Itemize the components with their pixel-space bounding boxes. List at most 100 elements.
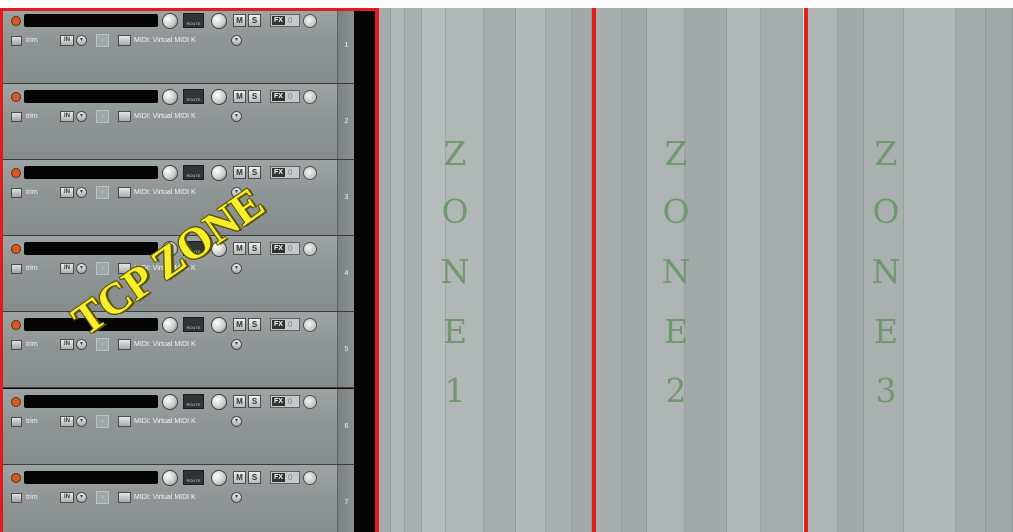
trim-label[interactable]: trim: [26, 494, 38, 501]
fx-button[interactable]: FX 0: [270, 90, 300, 103]
phase-icon[interactable]: [303, 318, 317, 332]
solo-button[interactable]: S: [248, 471, 261, 484]
fx-button[interactable]: FX 0: [270, 14, 300, 27]
phase-icon[interactable]: [303, 90, 317, 104]
track-name-field[interactable]: [24, 90, 158, 103]
envelope-icon[interactable]: [11, 188, 22, 198]
monitor-icon[interactable]: ›: [96, 186, 109, 199]
mute-button[interactable]: M: [233, 318, 246, 331]
record-arm-icon[interactable]: [11, 397, 21, 407]
chevron-down-icon[interactable]: ▾: [231, 339, 242, 350]
record-arm-icon[interactable]: [11, 244, 21, 254]
monitor-icon[interactable]: ›: [96, 34, 109, 47]
envelope-icon[interactable]: [11, 36, 22, 46]
route-button[interactable]: ROUTE: [183, 317, 204, 332]
input-button[interactable]: IN: [60, 111, 74, 122]
midi-icon[interactable]: [118, 187, 131, 198]
fx-button[interactable]: FX 0: [270, 166, 300, 179]
input-button[interactable]: IN: [60, 416, 74, 427]
pan-knob-icon[interactable]: [211, 394, 227, 410]
chevron-down-icon[interactable]: ▾: [76, 111, 87, 122]
midi-input-label[interactable]: MIDI: Virtual MIDI K: [134, 37, 196, 44]
fx-button[interactable]: FX 0: [270, 318, 300, 331]
solo-button[interactable]: S: [248, 395, 261, 408]
envelope-icon[interactable]: [11, 493, 22, 503]
trim-label[interactable]: trim: [26, 113, 38, 120]
pan-knob-icon[interactable]: [211, 13, 227, 29]
input-button[interactable]: IN: [60, 263, 74, 274]
solo-button[interactable]: S: [248, 90, 261, 103]
fx-button[interactable]: FX 0: [270, 395, 300, 408]
trim-label[interactable]: trim: [26, 189, 38, 196]
trim-label[interactable]: trim: [26, 37, 38, 44]
chevron-down-icon[interactable]: ▾: [76, 263, 87, 274]
track-name-field[interactable]: [24, 14, 158, 27]
chevron-down-icon[interactable]: ▾: [231, 416, 242, 427]
midi-input-label[interactable]: MIDI: Virtual MIDI K: [134, 113, 196, 120]
volume-knob-icon[interactable]: [162, 470, 178, 486]
record-arm-icon[interactable]: [11, 473, 21, 483]
phase-icon[interactable]: [303, 242, 317, 256]
midi-icon[interactable]: [118, 416, 131, 427]
chevron-down-icon[interactable]: ▾: [231, 492, 242, 503]
volume-knob-icon[interactable]: [162, 317, 178, 333]
chevron-down-icon[interactable]: ▾: [76, 416, 87, 427]
tcp-scrollbar[interactable]: [354, 8, 373, 532]
envelope-icon[interactable]: [11, 112, 22, 122]
track-name-field[interactable]: [24, 471, 158, 484]
midi-icon[interactable]: [118, 492, 131, 503]
pan-knob-icon[interactable]: [211, 89, 227, 105]
midi-icon[interactable]: [118, 111, 131, 122]
input-button[interactable]: IN: [60, 187, 74, 198]
midi-input-label[interactable]: MIDI: Virtual MIDI K: [134, 494, 196, 501]
record-arm-icon[interactable]: [11, 92, 21, 102]
pan-knob-icon[interactable]: [211, 470, 227, 486]
route-button[interactable]: ROUTE: [183, 89, 204, 104]
solo-button[interactable]: S: [248, 318, 261, 331]
midi-input-label[interactable]: MIDI: Virtual MIDI K: [134, 341, 196, 348]
mute-button[interactable]: M: [233, 14, 246, 27]
fx-button[interactable]: FX 0: [270, 242, 300, 255]
track-name-field[interactable]: [24, 166, 158, 179]
zone-1[interactable]: ZONE 1: [379, 8, 592, 532]
monitor-icon[interactable]: ›: [96, 491, 109, 504]
solo-button[interactable]: S: [248, 14, 261, 27]
monitor-icon[interactable]: ›: [96, 110, 109, 123]
mute-button[interactable]: M: [233, 90, 246, 103]
chevron-down-icon[interactable]: ▾: [76, 492, 87, 503]
chevron-down-icon[interactable]: ▾: [231, 111, 242, 122]
chevron-down-icon[interactable]: ▾: [231, 35, 242, 46]
input-button[interactable]: IN: [60, 492, 74, 503]
record-arm-icon[interactable]: [11, 16, 21, 26]
envelope-icon[interactable]: [11, 417, 22, 427]
midi-icon[interactable]: [118, 339, 131, 350]
mute-button[interactable]: M: [233, 395, 246, 408]
envelope-icon[interactable]: [11, 264, 22, 274]
monitor-icon[interactable]: ›: [96, 415, 109, 428]
phase-icon[interactable]: [303, 14, 317, 28]
pan-knob-icon[interactable]: [211, 317, 227, 333]
zone-3[interactable]: ZONE 3: [806, 8, 1013, 532]
track-name-field[interactable]: [24, 395, 158, 408]
route-button[interactable]: ROUTE: [183, 165, 204, 180]
solo-button[interactable]: S: [248, 242, 261, 255]
volume-knob-icon[interactable]: [162, 394, 178, 410]
midi-input-label[interactable]: MIDI: Virtual MIDI K: [134, 189, 196, 196]
route-button[interactable]: ROUTE: [183, 470, 204, 485]
input-button[interactable]: IN: [60, 35, 74, 46]
volume-knob-icon[interactable]: [162, 13, 178, 29]
pan-knob-icon[interactable]: [211, 165, 227, 181]
trim-label[interactable]: trim: [26, 265, 38, 272]
midi-icon[interactable]: [118, 35, 131, 46]
trim-label[interactable]: trim: [26, 341, 38, 348]
trim-label[interactable]: trim: [26, 418, 38, 425]
phase-icon[interactable]: [303, 471, 317, 485]
record-arm-icon[interactable]: [11, 168, 21, 178]
record-arm-icon[interactable]: [11, 320, 21, 330]
chevron-down-icon[interactable]: ▾: [76, 187, 87, 198]
zone-2[interactable]: ZONE 2: [594, 8, 803, 532]
chevron-down-icon[interactable]: ▾: [76, 35, 87, 46]
route-button[interactable]: ROUTE: [183, 13, 204, 28]
fx-button[interactable]: FX 0: [270, 471, 300, 484]
phase-icon[interactable]: [303, 166, 317, 180]
